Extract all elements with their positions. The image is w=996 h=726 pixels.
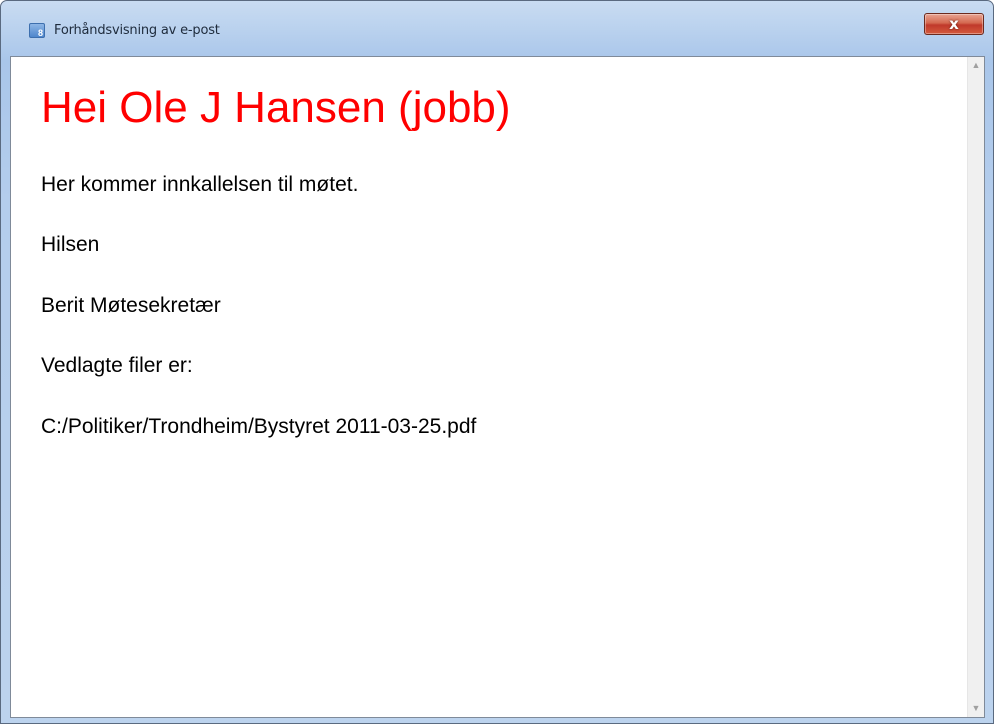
scroll-down-arrow-icon[interactable]: ▼ — [968, 700, 984, 717]
email-sender: Berit Møtesekretær — [41, 294, 221, 317]
title-bar[interactable]: 8 Forhåndsvisning av e-post x — [1, 1, 993, 47]
email-content: Hei Ole J Hansen (jobb) Her kommer innka… — [11, 57, 967, 717]
preview-window: 8 Forhåndsvisning av e-post x Hei Ole J … — [0, 0, 994, 724]
email-body-line: Her kommer innkallelsen til møtet. — [41, 173, 359, 196]
close-button[interactable]: x — [924, 13, 984, 35]
email-closing: Hilsen — [41, 233, 100, 256]
scroll-up-arrow-icon[interactable]: ▲ — [968, 57, 984, 74]
attachments-label: Vedlagte filer er: — [41, 354, 193, 377]
window-title: Forhåndsvisning av e-post — [54, 23, 220, 38]
app-icon-glyph: 8 — [37, 28, 43, 38]
vertical-scrollbar[interactable]: ▲ ▼ — [967, 57, 984, 717]
close-icon: x — [949, 15, 959, 33]
email-preview-pane: Hei Ole J Hansen (jobb) Her kommer innka… — [10, 56, 985, 718]
attachment-path: C:/Politiker/Trondheim/Bystyret 2011-03-… — [41, 415, 477, 438]
app-icon[interactable]: 8 — [29, 23, 45, 38]
email-greeting: Hei Ole J Hansen (jobb) — [41, 83, 511, 132]
